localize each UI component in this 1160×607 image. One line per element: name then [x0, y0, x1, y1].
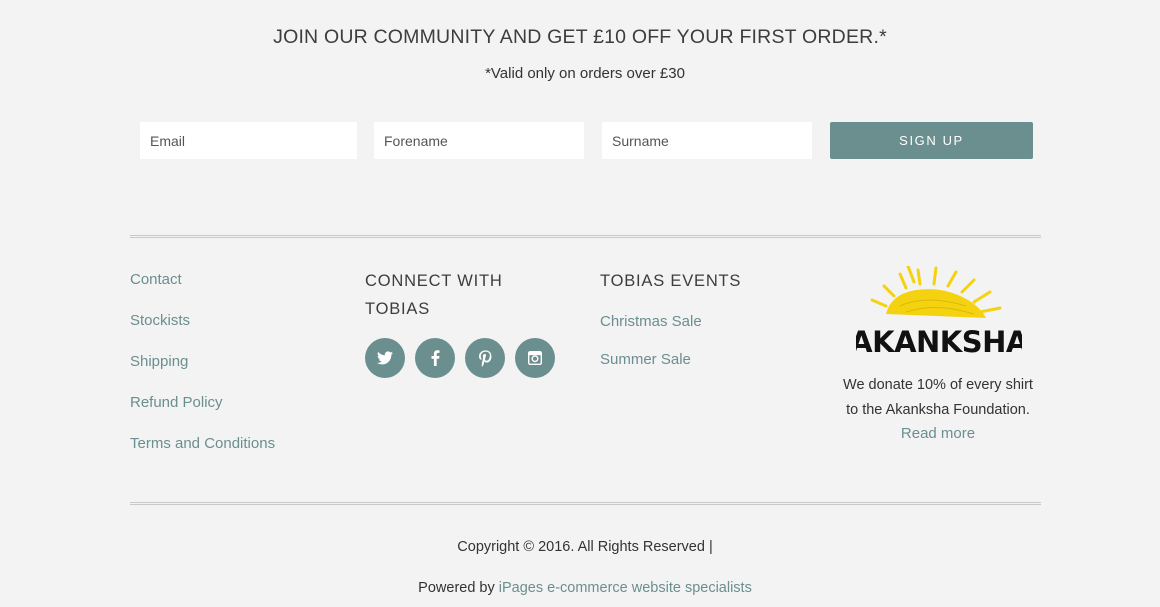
footer-link-shipping[interactable]: Shipping	[130, 353, 188, 370]
pinterest-button[interactable]	[465, 338, 505, 378]
footer-link-refund-policy[interactable]: Refund Policy	[130, 394, 223, 411]
ipages-link[interactable]: iPages e-commerce website specialists	[499, 580, 752, 596]
forename-field[interactable]	[374, 122, 584, 159]
akanksha-logo[interactable]: AKANKSHA	[856, 266, 1022, 358]
instagram-icon	[528, 351, 542, 365]
charity-description: We donate 10% of every shirt to the Akan…	[828, 373, 1048, 423]
events-heading: TOBIAS EVENTS	[600, 272, 742, 290]
twitter-icon	[377, 351, 393, 365]
promo-title: JOIN OUR COMMUNITY AND GET £10 OFF YOUR …	[273, 26, 887, 48]
bottom-divider	[130, 502, 1041, 505]
twitter-button[interactable]	[365, 338, 405, 378]
connect-heading-line2: TOBIAS	[365, 300, 431, 318]
pinterest-icon	[478, 349, 491, 367]
events-link-summer-sale[interactable]: Summer Sale	[600, 351, 691, 368]
facebook-icon	[431, 350, 439, 366]
akanksha-logo-text: AKANKSHA	[856, 325, 1022, 358]
footer-link-stockists[interactable]: Stockists	[130, 312, 190, 329]
footer-link-terms[interactable]: Terms and Conditions	[130, 435, 275, 452]
footer-link-contact[interactable]: Contact	[130, 271, 182, 288]
facebook-button[interactable]	[415, 338, 455, 378]
charity-text-line2: to the Akanksha Foundation.	[846, 402, 1030, 418]
sun-icon	[870, 266, 1002, 318]
surname-field[interactable]	[602, 122, 812, 159]
instagram-button[interactable]	[515, 338, 555, 378]
sign-up-button[interactable]: SIGN UP	[830, 122, 1033, 159]
promo-subtitle: *Valid only on orders over £30	[485, 65, 685, 82]
powered-by: Powered by iPages e-commerce website spe…	[0, 580, 1160, 596]
copyright-text: Copyright © 2016. All Rights Reserved |	[457, 539, 713, 555]
email-field[interactable]	[140, 122, 357, 159]
connect-heading: CONNECT WITH TOBIAS	[365, 267, 503, 323]
top-divider	[130, 235, 1041, 238]
read-more-link[interactable]: Read more	[828, 425, 1048, 442]
events-link-christmas-sale[interactable]: Christmas Sale	[600, 313, 702, 330]
powered-by-prefix: Powered by	[418, 580, 495, 596]
connect-heading-line1: CONNECT WITH	[365, 272, 503, 290]
charity-text-line1: We donate 10% of every shirt	[843, 377, 1033, 393]
